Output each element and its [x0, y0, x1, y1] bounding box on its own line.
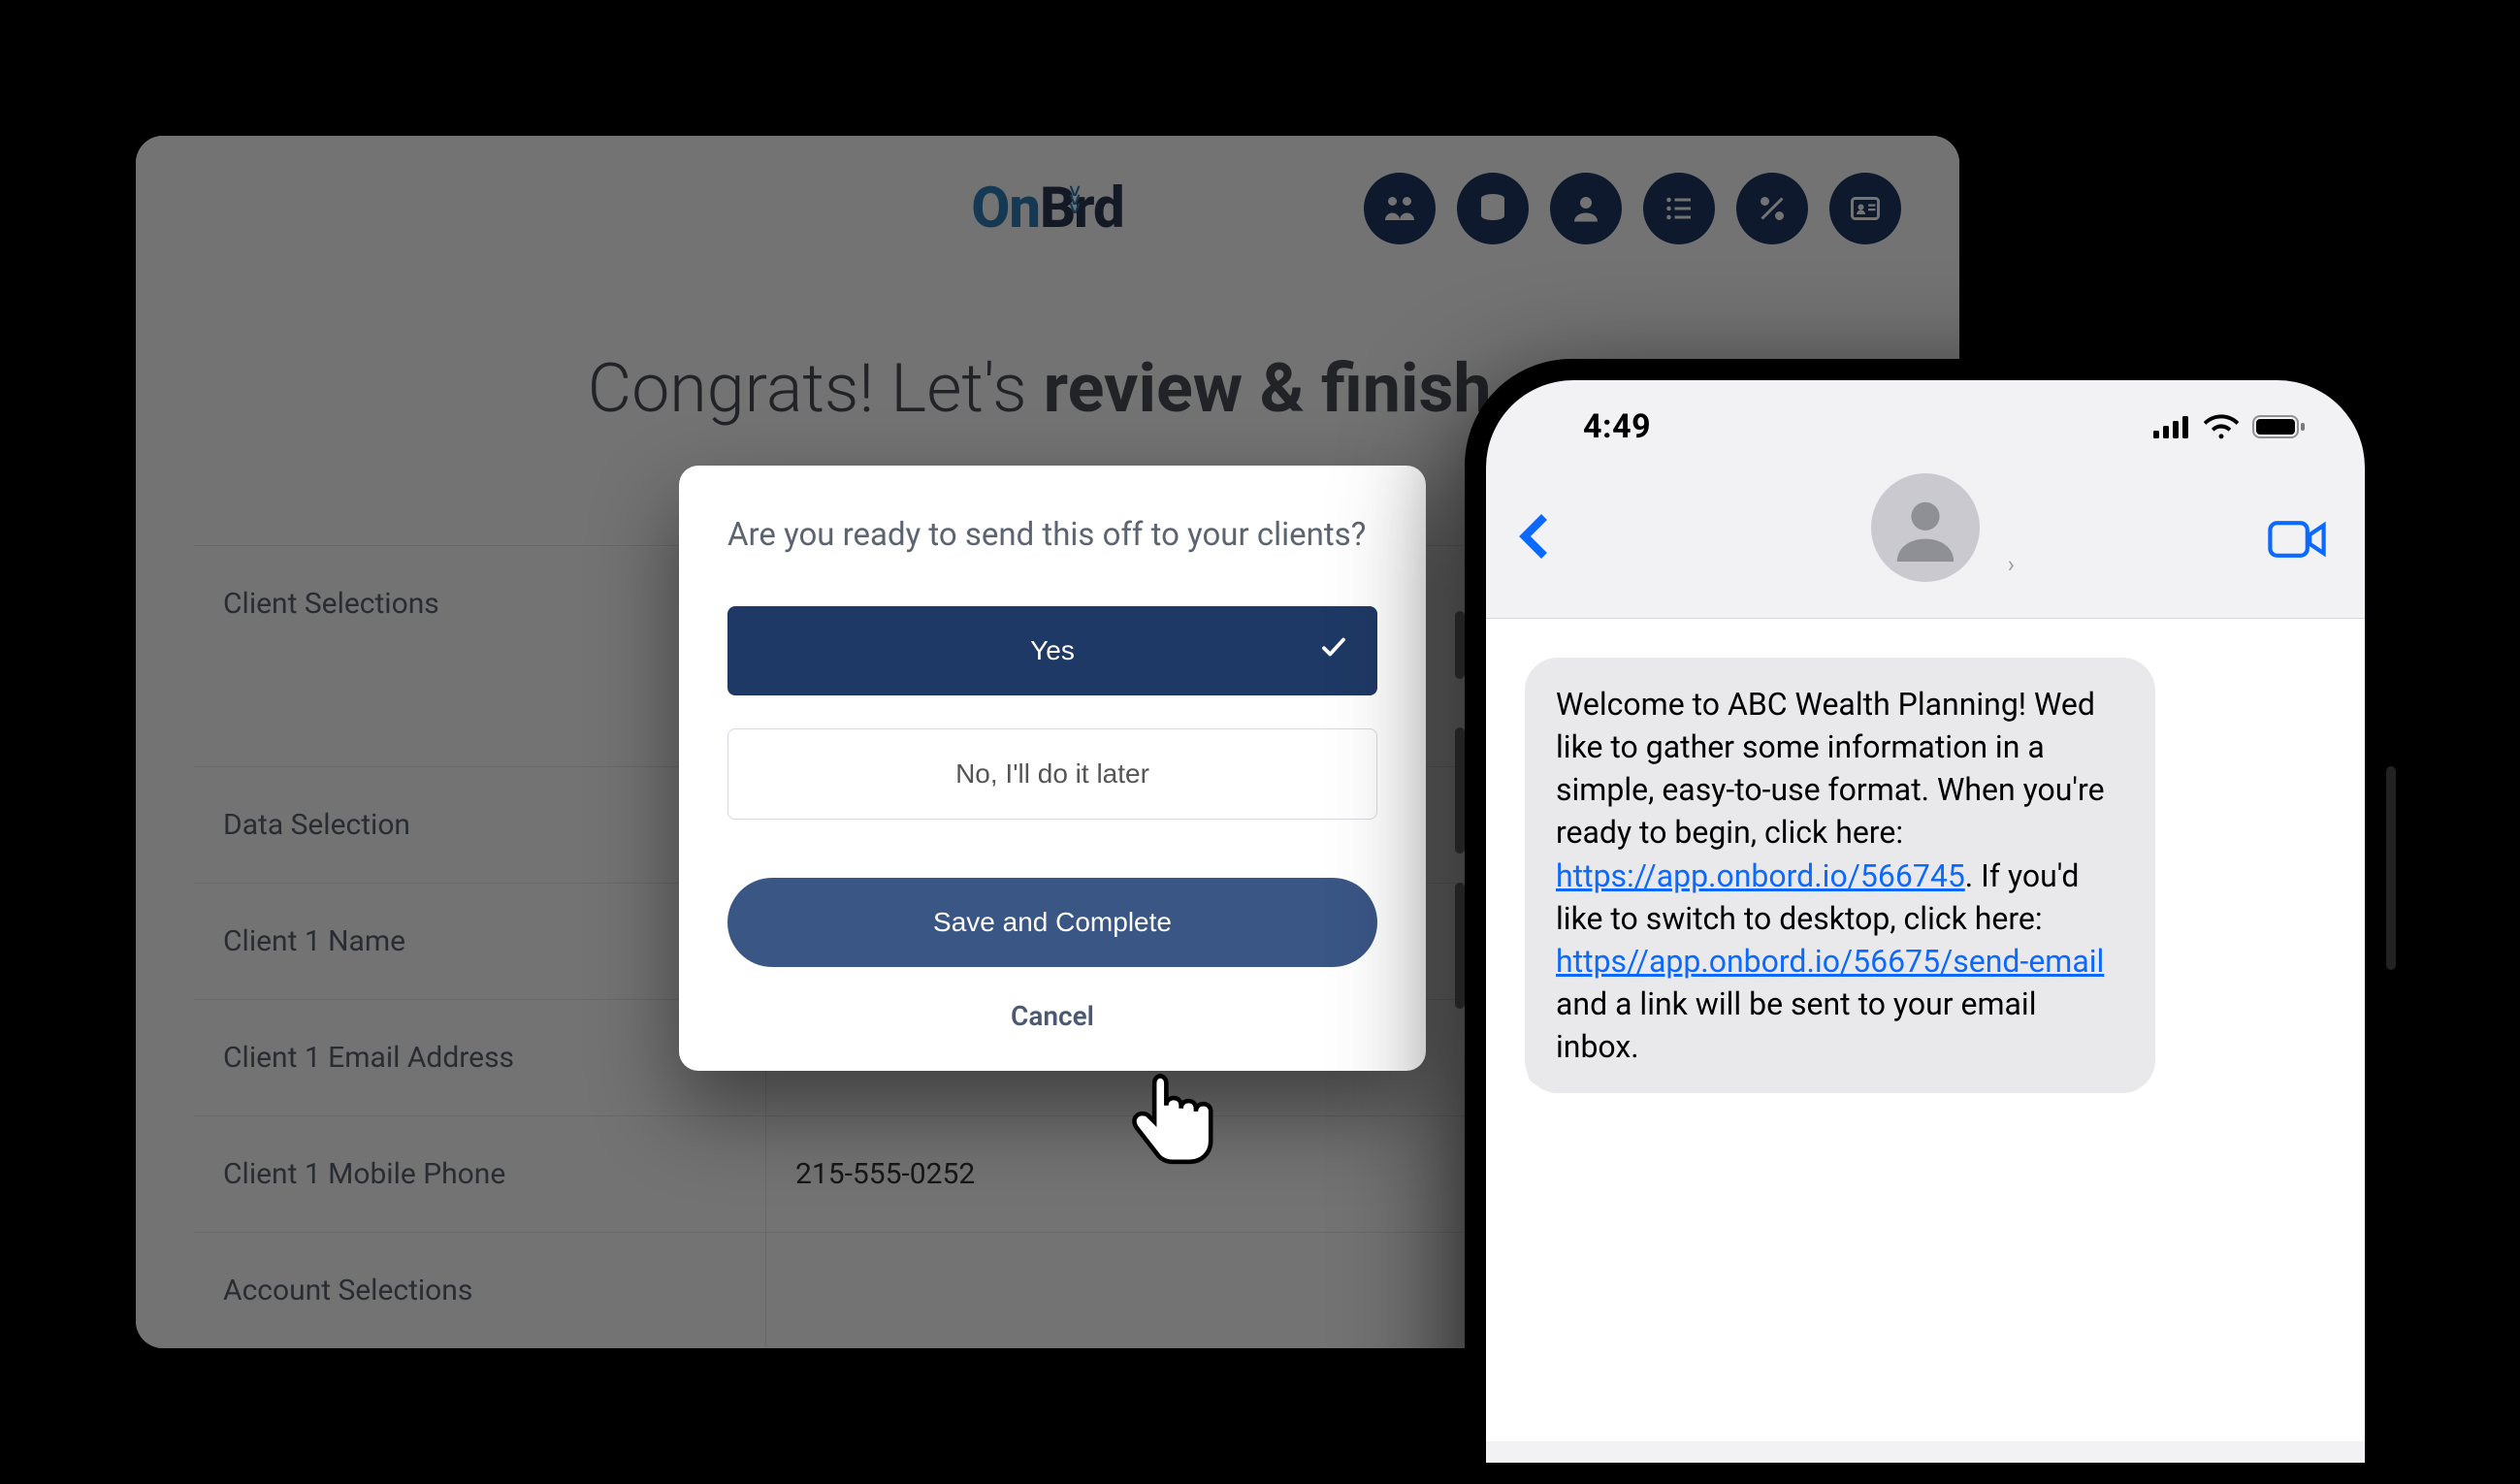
- no-later-button-label: No, I'll do it later: [955, 758, 1149, 790]
- status-time: 4:49: [1583, 407, 1651, 446]
- facetime-button[interactable]: [2268, 518, 2326, 565]
- messages-header: ›: [1486, 473, 2365, 619]
- send-confirmation-modal: Are you ready to send this off to your c…: [679, 466, 1426, 1071]
- chevron-right-icon: ›: [2008, 551, 2015, 578]
- cancel-button-label: Cancel: [1011, 1000, 1094, 1032]
- yes-button-label: Yes: [1030, 635, 1075, 666]
- brand-logo: OnB˅˅˅rd: [971, 176, 1123, 242]
- page-title-light: Congrats! Let's: [588, 349, 1044, 429]
- brand-chevron-icon: ˅˅˅: [1069, 187, 1080, 213]
- signal-icon: [2153, 415, 2190, 438]
- brand-on: On: [971, 176, 1040, 242]
- nav-percent-icon[interactable]: [1736, 173, 1808, 244]
- nav-people-icon[interactable]: [1364, 173, 1436, 244]
- msg-link-1[interactable]: https://app.onbord.io/566745: [1556, 857, 1965, 894]
- save-complete-button[interactable]: Save and Complete: [727, 878, 1377, 967]
- phone-power-button: [2386, 766, 2396, 970]
- nav-database-icon[interactable]: [1457, 173, 1529, 244]
- wifi-icon: [2204, 414, 2239, 439]
- back-button[interactable]: [1515, 512, 1554, 565]
- no-later-button[interactable]: No, I'll do it later: [727, 728, 1377, 820]
- incoming-message-bubble: Welcome to ABC Wealth Planning! Wed like…: [1525, 658, 2155, 1093]
- check-icon: [1319, 632, 1348, 668]
- battery-icon: [2252, 414, 2307, 439]
- phone-mute-switch: [1455, 611, 1465, 679]
- bubble-tail-icon: [1515, 1060, 1540, 1085]
- phone-mockup: 4:49 ›: [1465, 359, 2386, 1484]
- nav-user-icon[interactable]: [1550, 173, 1622, 244]
- modal-title: Are you ready to send this off to your c…: [727, 514, 1377, 558]
- phone-volume-down: [1455, 883, 1465, 1009]
- nav-icons: [1364, 173, 1901, 244]
- save-complete-button-label: Save and Complete: [933, 907, 1172, 938]
- review-label: Account Selections: [194, 1233, 766, 1348]
- page-title-bold: review & finish: [1044, 349, 1492, 429]
- nav-list-icon[interactable]: [1643, 173, 1715, 244]
- status-icons: [2153, 414, 2307, 439]
- yes-button[interactable]: Yes: [727, 606, 1377, 695]
- contact-avatar[interactable]: ›: [1871, 473, 1980, 582]
- msg-link-2[interactable]: https//app.onbord.io/56675/send-email: [1556, 943, 2104, 980]
- msg-text-1: Welcome to ABC Wealth Planning! Wed like…: [1556, 686, 2105, 851]
- phone-volume-up: [1455, 727, 1465, 854]
- phone-screen: 4:49 ›: [1486, 380, 2365, 1463]
- cancel-button[interactable]: Cancel: [727, 1000, 1377, 1032]
- nav-id-card-icon[interactable]: [1829, 173, 1901, 244]
- msg-text-3: and a link will be sent to your email in…: [1556, 985, 2036, 1065]
- app-header: OnB˅˅˅rd: [136, 136, 1959, 281]
- review-label: Client 1 Mobile Phone: [194, 1116, 766, 1232]
- messages-body: Welcome to ABC Wealth Planning! Wed like…: [1486, 619, 2365, 1441]
- brand-bord: B˅˅˅rd: [1040, 176, 1124, 242]
- status-bar: 4:49: [1486, 380, 2365, 473]
